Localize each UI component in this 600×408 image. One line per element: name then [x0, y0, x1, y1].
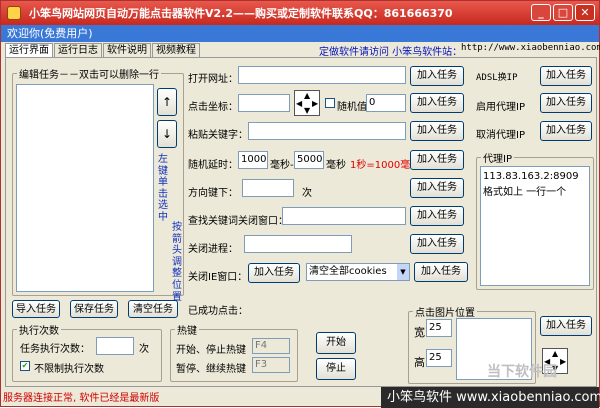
start-stop-hotkey-field[interactable]: F4	[252, 338, 290, 354]
exec-count-unit: 次	[139, 344, 149, 355]
close-process-label: 关闭进程：	[188, 244, 238, 255]
move-up-button[interactable]: ↑	[157, 88, 177, 116]
stop-button[interactable]: 停止	[316, 358, 356, 380]
window-title: 小笨鸟网站网页自动万能点击器软件V2.2——购买或定制软件联系QQ：861666…	[29, 7, 453, 20]
add-task-button-url[interactable]: 加入任务	[410, 66, 464, 86]
arrow-key-input[interactable]	[242, 179, 294, 197]
pause-hotkey-field[interactable]: F3	[252, 357, 290, 373]
hint-adjust: 按箭头调整位置	[172, 222, 182, 303]
pause-hotkey-label: 暂停、继续热键	[176, 364, 246, 375]
height-input[interactable]: 25	[426, 349, 452, 367]
close-ie-label: 关闭IE窗口：	[188, 272, 248, 283]
paste-keyword-input[interactable]	[248, 122, 406, 140]
import-tasks-button[interactable]: 导入任务	[12, 300, 60, 318]
site-url-link[interactable]: http://www.xiaobenniao.com/	[461, 43, 600, 53]
tab-manual[interactable]: 软件说明	[103, 43, 151, 57]
proxy-textarea[interactable]: 113.83.163.2:8909 格式如上 一行一个	[480, 166, 590, 286]
click-coord-input[interactable]	[238, 94, 290, 112]
app-window: 小笨鸟网站网页自动万能点击器软件V2.2——购买或定制软件联系QQ：861666…	[0, 0, 600, 408]
width-input[interactable]: 25	[426, 319, 452, 337]
hotkeys-legend: 热键	[177, 326, 197, 337]
delay-ms-unit: 毫秒	[326, 160, 346, 171]
title-bar: 小笨鸟网站网页自动万能点击器软件V2.2——购买或定制软件联系QQ：861666…	[1, 1, 599, 25]
run-panel: 编辑任务－－双击可以删除一行 ↑ ↓ 左键单击选中 按箭头调整位置 导入任务 保…	[5, 57, 597, 387]
close-icon[interactable]: ✕	[575, 4, 595, 21]
tab-strip: 运行界面 运行日志 软件说明 视频教程	[5, 43, 201, 57]
minimize-icon[interactable]: _	[531, 4, 551, 21]
proxy-line: 格式如上 一行一个	[483, 187, 567, 198]
exec-count-legend: 执行次数	[19, 326, 59, 337]
paste-keyword-label: 粘贴关键字：	[188, 130, 248, 141]
add-task-button-paste[interactable]: 加入任务	[410, 121, 464, 141]
add-task-button-process[interactable]: 加入任务	[410, 234, 464, 254]
add-task-button-find[interactable]: 加入任务	[410, 206, 464, 226]
adsl-label: ADSL换IP	[476, 73, 518, 83]
add-task-button-arrow[interactable]: 加入任务	[410, 178, 464, 198]
start-button[interactable]: 开始	[316, 332, 356, 354]
delay-ms-separator: 毫秒-	[270, 160, 294, 171]
random-input[interactable]: 0	[366, 94, 406, 112]
success-count-label: 已成功点击：	[188, 306, 248, 317]
maximize-icon[interactable]: □	[553, 4, 573, 21]
click-coord-label: 点击坐标：	[188, 102, 238, 113]
open-url-input[interactable]	[238, 66, 406, 84]
move-down-button[interactable]: ↓	[157, 120, 177, 148]
close-process-input[interactable]	[244, 235, 352, 253]
arrow-key-label: 方向键下：	[188, 188, 238, 199]
tab-run[interactable]: 运行界面	[5, 43, 53, 57]
save-tasks-button[interactable]: 保存任务	[70, 300, 118, 318]
width-label: 宽	[414, 326, 425, 339]
unlimited-label: 不限制执行次数	[34, 364, 104, 375]
tab-log[interactable]: 运行日志	[54, 43, 102, 57]
add-task-button-adsl[interactable]: 加入任务	[540, 66, 592, 86]
watermark-text: 当下软件园	[487, 364, 557, 380]
chevron-down-icon: ▼	[397, 264, 409, 280]
task-list[interactable]	[16, 84, 154, 292]
add-task-button-image[interactable]: 加入任务	[540, 316, 592, 336]
start-stop-hotkey-label: 开始、停止热键	[176, 345, 246, 356]
add-task-button-enable-proxy[interactable]: 加入任务	[540, 93, 592, 113]
find-keyword-label: 查找关键词关闭窗口：	[188, 216, 288, 227]
site-label: 定做软件请访问 小笨鸟软件站：	[319, 47, 463, 58]
proxy-line: 113.83.163.2:8909	[483, 171, 579, 182]
add-task-button-cookies[interactable]: 加入任务	[414, 262, 468, 282]
proxy-legend: 代理IP	[483, 154, 512, 165]
unlimited-checkbox[interactable]: ✔	[20, 361, 30, 371]
cancel-proxy-label: 取消代理IP	[476, 130, 525, 141]
status-text: 服务器连接正常, 软件已经是最新版	[3, 393, 160, 404]
add-task-button-ie[interactable]: 加入任务	[248, 263, 300, 283]
cookies-select[interactable]: 清空全部cookies ▼	[306, 263, 410, 281]
open-url-label: 打开网址：	[188, 74, 238, 85]
image-position-legend: 点击图片位置	[415, 308, 475, 319]
tab-video[interactable]: 视频教程	[152, 43, 200, 57]
welcome-bar: 欢迎你(免费用户)	[1, 25, 599, 42]
add-task-button-cancel-proxy[interactable]: 加入任务	[540, 121, 592, 141]
delay-label: 随机延时：	[188, 160, 238, 171]
crosshair-picker-icon[interactable]: ▲ ▼ ◀ ▶	[294, 90, 320, 116]
find-keyword-input[interactable]	[282, 207, 406, 225]
hint-select: 左键单击选中	[158, 154, 168, 223]
delay-from-input[interactable]: 1000	[238, 151, 268, 169]
arrow-down-icon: ↓	[161, 127, 173, 141]
clear-tasks-button[interactable]: 清空任务	[128, 300, 178, 318]
delay-to-input[interactable]: 5000	[294, 151, 324, 169]
exec-count-label: 任务执行次数：	[20, 344, 90, 355]
height-label: 高	[414, 356, 425, 369]
brand-banner: 小笨鸟软件 www.xiaobenniao.com	[381, 387, 600, 408]
random-checkbox[interactable]	[325, 98, 335, 108]
app-icon	[7, 6, 21, 20]
enable-proxy-label: 启用代理IP	[476, 102, 525, 113]
add-task-button-delay[interactable]: 加入任务	[410, 150, 464, 170]
exec-count-input[interactable]	[96, 337, 134, 355]
cookies-select-value: 清空全部cookies	[309, 266, 387, 277]
task-editor-legend: 编辑任务－－双击可以删除一行	[19, 70, 159, 81]
arrow-key-unit: 次	[302, 188, 312, 199]
add-task-button-coord[interactable]: 加入任务	[410, 93, 464, 113]
arrow-up-icon: ↑	[161, 95, 173, 109]
